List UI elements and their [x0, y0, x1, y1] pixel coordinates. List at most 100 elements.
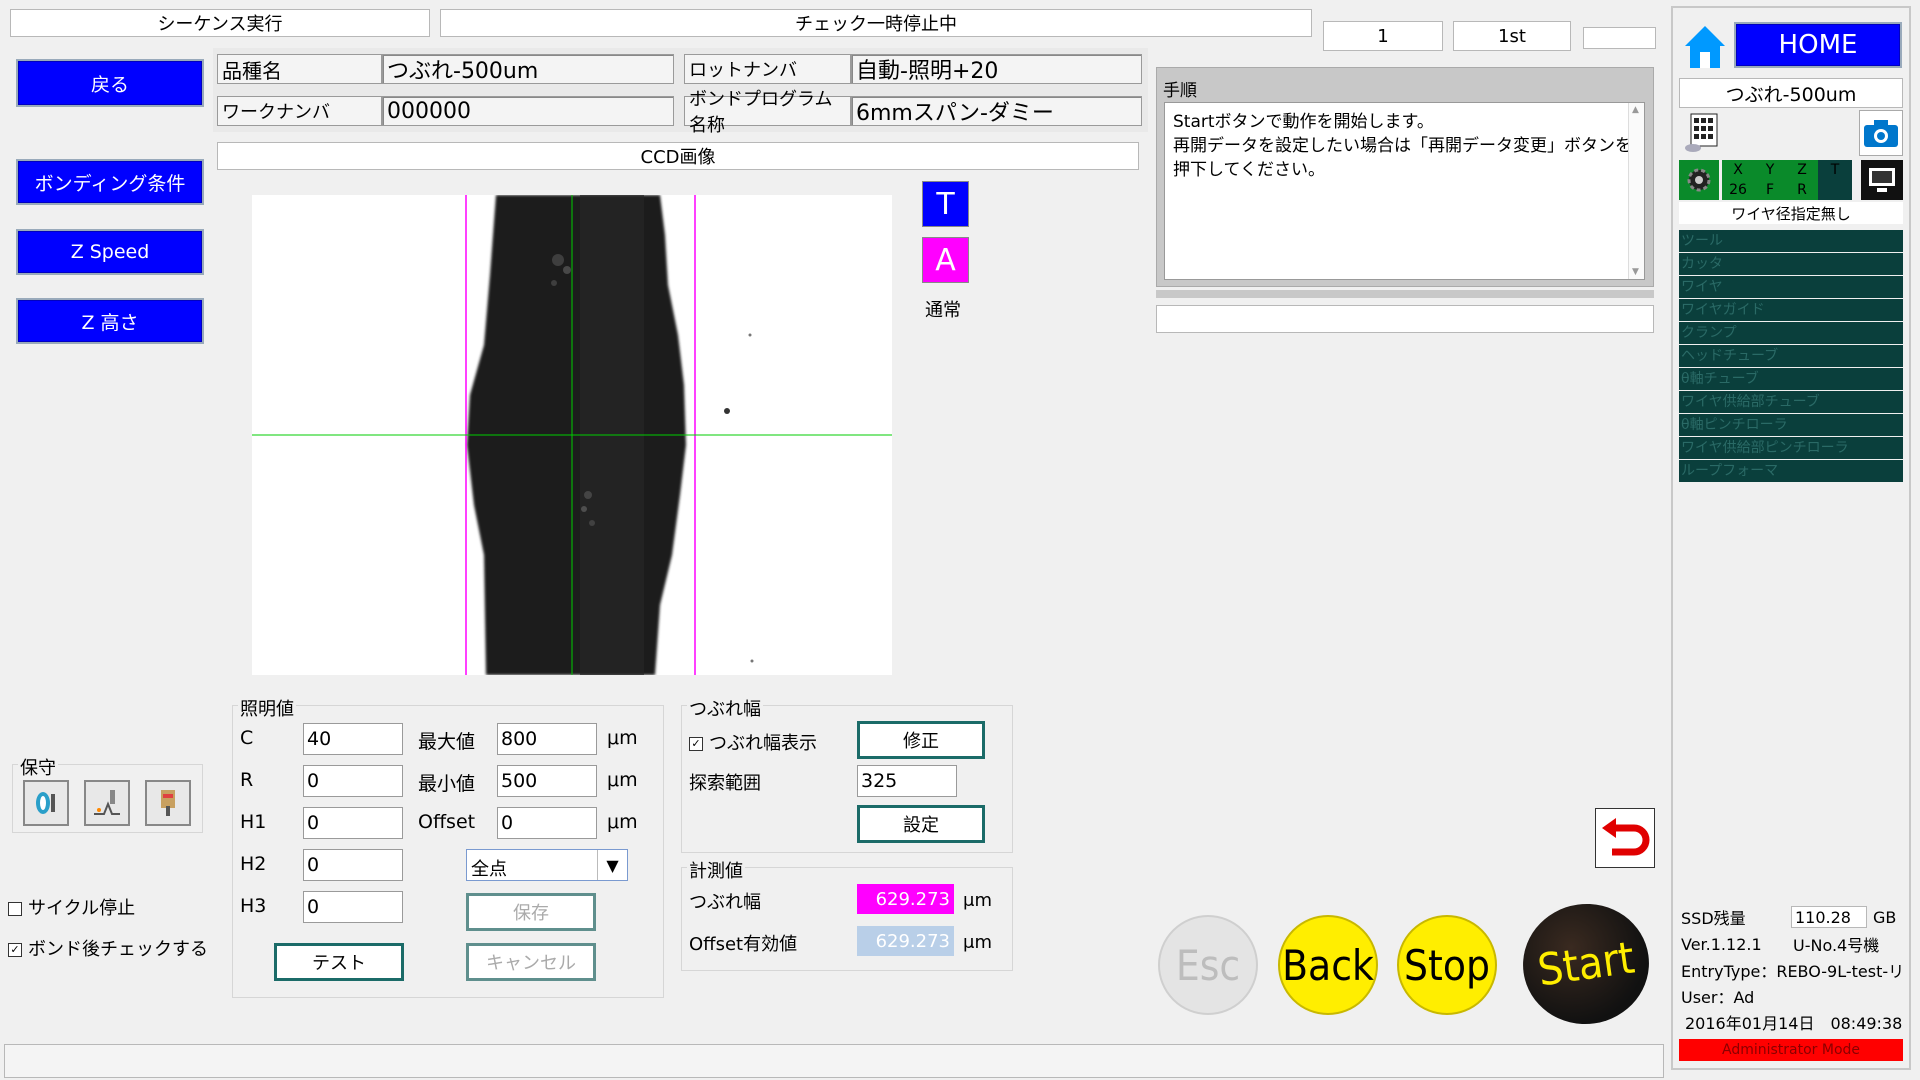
- bonding-conditions-button[interactable]: ボンディング条件: [16, 159, 204, 205]
- ccd-image[interactable]: [252, 195, 892, 675]
- maintenance-head-icon[interactable]: [145, 780, 191, 826]
- settings-gear-icon[interactable]: [1679, 160, 1719, 200]
- axis-t: T: [1830, 162, 1840, 178]
- scroll-down-icon[interactable]: ▼: [1632, 267, 1639, 277]
- right-product-name: つぶれ-500um: [1679, 78, 1903, 108]
- search-range-input[interactable]: 325: [857, 765, 957, 797]
- status-title: チェック一時停止中: [440, 9, 1312, 37]
- user: User：Ad: [1681, 988, 1755, 1007]
- r-input[interactable]: 0: [303, 765, 403, 797]
- status-bar: [4, 1044, 1664, 1078]
- tool-item[interactable]: ツール: [1679, 230, 1903, 253]
- measure-offset-label: Offset有効値: [689, 934, 798, 955]
- back-button[interactable]: Back: [1278, 915, 1378, 1015]
- point-select[interactable]: 全点 ▼: [466, 849, 628, 881]
- z-height-button[interactable]: Z 高さ: [16, 298, 204, 344]
- ssd-unit: GB: [1873, 907, 1897, 927]
- ccd-title: CCD画像: [217, 142, 1139, 170]
- maintenance-tool-icon[interactable]: [23, 780, 69, 826]
- tool-item[interactable]: ワイヤガイド: [1679, 299, 1903, 322]
- offset-input[interactable]: 0: [497, 807, 597, 839]
- tool-item[interactable]: クランプ: [1679, 322, 1903, 345]
- cycle-stop-checkbox[interactable]: サイクル停止: [8, 894, 135, 920]
- min-input[interactable]: 500: [497, 765, 597, 797]
- scroll-up-icon[interactable]: ▲: [1632, 105, 1639, 115]
- tool-item[interactable]: ヘッドチューブ: [1679, 345, 1903, 368]
- ssd-value: 110.28: [1791, 906, 1867, 928]
- test-button[interactable]: テスト: [274, 943, 404, 981]
- max-unit: μm: [607, 727, 638, 749]
- mode-badge: Administrator Mode: [1679, 1039, 1903, 1061]
- save-button[interactable]: 保存: [466, 893, 596, 931]
- esc-button[interactable]: Esc: [1158, 915, 1258, 1015]
- cancel-button[interactable]: キャンセル: [466, 943, 596, 981]
- right-panel: HOME つぶれ-500um X Y Z T 26 F R ワイヤ径指定無し ツ…: [1671, 6, 1911, 1070]
- h1-label: H1: [240, 811, 267, 833]
- max-label: 最大値: [418, 731, 476, 753]
- tool-item[interactable]: ワイヤ供給部チューブ: [1679, 391, 1903, 414]
- procedure-panel: 手順 Startボタンで動作を開始します。 再開データを設定したい場合は「再開デ…: [1156, 67, 1654, 287]
- crush-show-checkbox[interactable]: ✓ つぶれ幅表示: [689, 729, 817, 755]
- ssd-label: SSD残量: [1681, 909, 1746, 928]
- check-after-bond-checkbox[interactable]: ✓ ボンド後チェックする: [8, 935, 208, 961]
- maintenance-title: 保守: [18, 754, 58, 780]
- min-unit: μm: [607, 769, 638, 791]
- sequence-title: シーケンス実行: [10, 9, 430, 37]
- stop-button[interactable]: Stop: [1397, 915, 1497, 1015]
- tool-list: ツール カッタ ワイヤ ワイヤガイド クランプ ヘッドチューブ θ軸チューブ ワ…: [1679, 230, 1903, 483]
- work-label: ワークナンバ: [217, 96, 382, 126]
- t-button[interactable]: T: [922, 181, 969, 227]
- min-label: 最小値: [418, 773, 476, 795]
- ccd-image-drawing: [252, 195, 892, 675]
- measure-crush-label: つぶれ幅: [689, 892, 761, 913]
- procedure-scrollbar[interactable]: ▲ ▼: [1628, 103, 1644, 279]
- offset-unit: μm: [607, 811, 638, 833]
- check-after-bond-check-icon[interactable]: ✓: [8, 943, 22, 957]
- r-label: R: [240, 769, 254, 791]
- h3-input[interactable]: 0: [303, 891, 403, 923]
- calculator-icon[interactable]: [1681, 110, 1725, 156]
- a-button[interactable]: A: [922, 237, 969, 283]
- maintenance-wire-icon[interactable]: [84, 780, 130, 826]
- lot-value: 自動-照明+20: [851, 54, 1142, 84]
- datetime: 2016年01月14日 08:49:38: [1685, 1014, 1903, 1033]
- axis-y: Y: [1754, 160, 1786, 180]
- c-input[interactable]: 40: [303, 723, 403, 755]
- tool-item[interactable]: θ軸ピンチローラ: [1679, 414, 1903, 437]
- crush-show-check-icon[interactable]: ✓: [689, 737, 703, 751]
- tool-item[interactable]: ループフォーマ: [1679, 460, 1903, 483]
- procedure-text-area: Startボタンで動作を開始します。 再開データを設定したい場合は「再開データ変…: [1164, 102, 1645, 280]
- measure-offset-value: 629.273: [857, 926, 954, 956]
- program-value: 6mmスパン-ダミー: [851, 96, 1142, 126]
- back-nav-button[interactable]: 戻る: [16, 59, 204, 107]
- version: Ver.1.12.1: [1681, 934, 1762, 954]
- max-input[interactable]: 800: [497, 723, 597, 755]
- procedure-line-2: 再開データを設定したい場合は「再開データ変更」ボタンを: [1173, 136, 1632, 156]
- camera-icon[interactable]: [1859, 110, 1903, 156]
- measure-offset-unit: μm: [963, 932, 992, 953]
- tool-item[interactable]: カッタ: [1679, 253, 1903, 276]
- home-button[interactable]: HOME: [1734, 22, 1902, 68]
- point-select-value: 全点: [471, 859, 507, 880]
- z-speed-button[interactable]: Z Speed: [16, 229, 204, 275]
- measure-crush-value: 629.273: [857, 884, 954, 914]
- tool-item[interactable]: θ軸チューブ: [1679, 368, 1903, 391]
- h2-input[interactable]: 0: [303, 849, 403, 881]
- chevron-down-icon[interactable]: ▼: [597, 850, 627, 880]
- monitor-icon[interactable]: [1861, 160, 1903, 200]
- cycle-stop-label: サイクル停止: [28, 898, 136, 919]
- h1-input[interactable]: 0: [303, 807, 403, 839]
- work-value: 000000: [382, 96, 674, 126]
- machine: U-No.4号機: [1793, 936, 1880, 955]
- set-button[interactable]: 設定: [857, 805, 985, 843]
- counter-field: 1: [1323, 21, 1443, 51]
- fix-button[interactable]: 修正: [857, 721, 985, 759]
- cycle-stop-check-icon[interactable]: [8, 902, 22, 916]
- start-button[interactable]: Start: [1515, 895, 1657, 1033]
- tool-item[interactable]: ワイヤ: [1679, 276, 1903, 299]
- lot-label: ロットナンバ: [684, 54, 851, 84]
- wire-note: ワイヤ径指定無し: [1679, 202, 1903, 224]
- home-icon[interactable]: [1681, 20, 1729, 72]
- tool-item[interactable]: ワイヤ供給部ピンチローラ: [1679, 437, 1903, 460]
- return-button[interactable]: [1595, 808, 1655, 868]
